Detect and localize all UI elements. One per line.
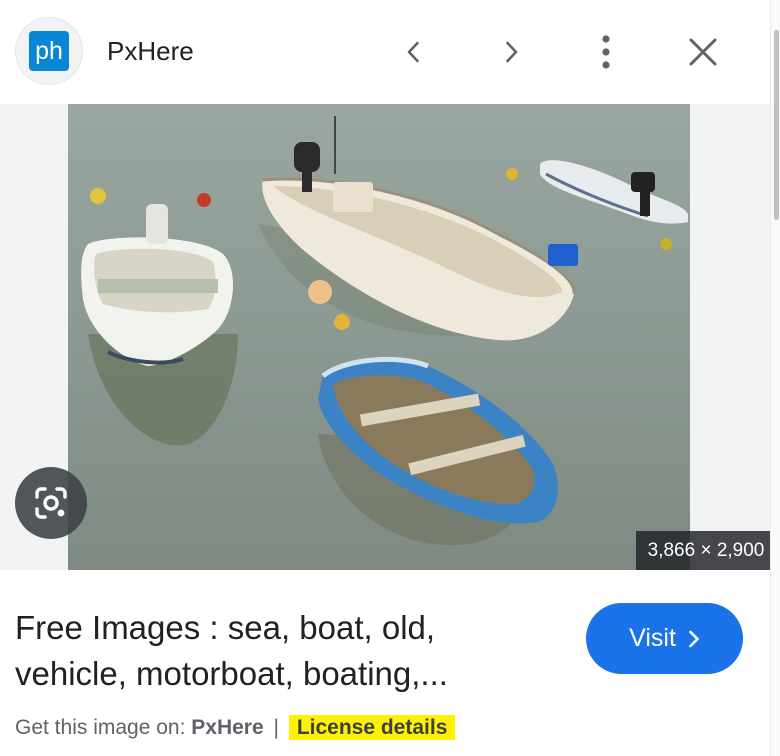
image-preview-area: 3,866 × 2,900 <box>0 104 780 570</box>
source-site-link[interactable]: PxHere <box>191 716 263 739</box>
google-lens-icon <box>35 487 67 519</box>
previous-button[interactable] <box>390 28 438 76</box>
image-title[interactable]: Free Images : sea, boat, old, vehicle, m… <box>15 605 535 697</box>
more-vert-icon <box>602 35 610 69</box>
image-dimensions-badge: 3,866 × 2,900 <box>636 531 776 570</box>
pxhere-logo-icon: ph <box>29 31 69 71</box>
chevron-left-icon <box>407 41 419 63</box>
preview-image[interactable] <box>68 104 690 570</box>
visit-button[interactable]: Visit <box>586 603 743 674</box>
site-favicon[interactable]: ph <box>15 17 83 85</box>
scrollbar-thumb[interactable] <box>774 30 779 220</box>
viewer-header: ph PxHere <box>0 0 780 104</box>
image-title-line-2: vehicle, motorboat, boating,... <box>15 655 448 692</box>
source-separator: | <box>273 716 279 739</box>
image-title-line-1: Free Images : sea, boat, old, <box>15 609 436 646</box>
site-name[interactable]: PxHere <box>107 36 194 67</box>
close-icon <box>689 38 717 66</box>
boats-photo <box>68 104 690 570</box>
visit-label: Visit <box>629 624 676 652</box>
chevron-right-icon <box>506 41 518 63</box>
image-source-line: Get this image on: PxHere | License deta… <box>15 715 456 740</box>
more-options-button[interactable] <box>582 28 630 76</box>
next-button[interactable] <box>487 28 535 76</box>
source-prefix: Get this image on: <box>15 716 186 739</box>
chevron-right-icon <box>689 630 699 647</box>
license-details-link[interactable]: License details <box>288 715 456 740</box>
google-lens-button[interactable] <box>15 467 87 539</box>
scrollbar[interactable] <box>770 0 780 756</box>
close-button[interactable] <box>679 28 727 76</box>
